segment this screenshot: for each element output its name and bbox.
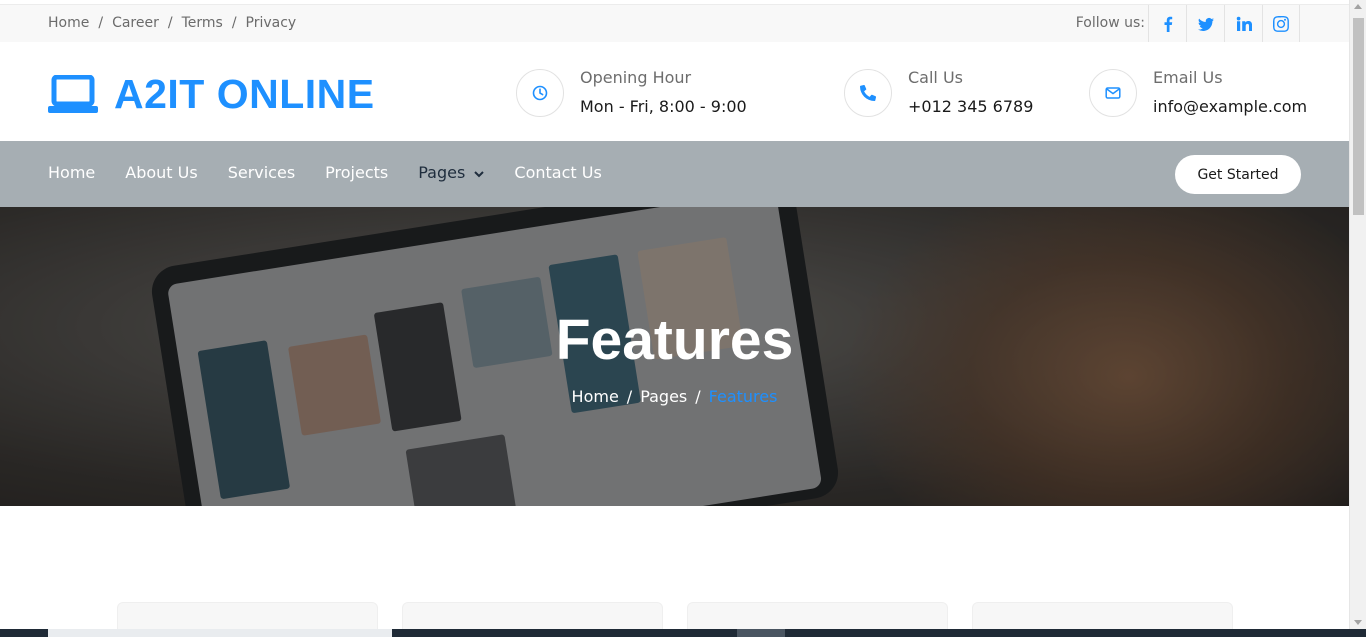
call-us-block: Call Us +012 345 6789 [844,68,1033,117]
page: Home / Career / Terms / Privacy Follow u… [0,0,1349,637]
nav-item-pages[interactable]: Pages [418,163,485,182]
logo-text: A2IT ONLINE [114,71,375,117]
nav-items: Home About Us Services Projects Pages Co… [48,163,602,182]
facebook-link[interactable] [1148,5,1186,43]
email-us-block: Email Us info@example.com [1089,68,1307,117]
nav-item-contact-us[interactable]: Contact Us [514,163,601,182]
chevron-down-icon [474,170,485,177]
linkedin-icon [1236,16,1252,31]
email-us-label: Email Us [1153,68,1223,87]
taskbar-item[interactable] [737,629,785,637]
taskbar-item[interactable] [48,629,392,637]
top-links: Home / Career / Terms / Privacy [48,15,296,31]
page-title: Features [555,308,794,372]
top-links-separator: / [167,15,173,31]
breadcrumb: Home / Pages / Features [0,387,1349,406]
page-scrollbar[interactable] [1349,0,1366,637]
clock-icon [532,85,548,100]
nav-item-pages-label: Pages [418,163,466,182]
breadcrumb-home[interactable]: Home [572,387,619,406]
top-link-career[interactable]: Career [112,15,159,31]
facebook-icon [1164,16,1172,32]
clock-icon-circle [516,68,564,117]
phone-icon-circle [844,68,892,117]
breadcrumb-features: Features [708,387,778,406]
laptop-icon [48,74,98,113]
email-us-value[interactable]: info@example.com [1153,97,1307,117]
instagram-link[interactable] [1262,5,1300,43]
follow-label: Follow us: [1075,15,1145,31]
get-started-button[interactable]: Get Started [1175,155,1301,194]
top-link-privacy[interactable]: Privacy [246,15,297,31]
logo[interactable]: A2IT ONLINE [48,71,375,118]
header: A2IT ONLINE Opening Hour Mon - Fri, 8:00… [0,42,1349,141]
call-us-value[interactable]: +012 345 6789 [908,97,1033,117]
topbar: Home / Career / Terms / Privacy Follow u… [0,4,1349,43]
os-taskbar [0,629,1366,637]
top-link-home[interactable]: Home [48,15,89,31]
envelope-icon [1105,86,1121,99]
hero-banner: Features Home / Pages / Features [0,207,1349,506]
phone-icon [860,84,876,101]
top-links-separator: / [98,15,104,31]
call-us-label: Call Us [908,68,963,87]
scroll-up-icon[interactable] [1354,4,1362,9]
linkedin-link[interactable] [1224,5,1262,43]
main-nav: Home About Us Services Projects Pages Co… [0,141,1349,207]
nav-item-about-us[interactable]: About Us [125,163,197,182]
envelope-icon-circle [1089,68,1137,117]
nav-item-home[interactable]: Home [48,163,95,182]
top-link-terms[interactable]: Terms [182,15,223,31]
breadcrumb-separator: / [695,387,701,406]
social-links [1148,5,1300,43]
breadcrumb-pages[interactable]: Pages [640,387,687,406]
nav-item-projects[interactable]: Projects [325,163,388,182]
scrollbar-thumb[interactable] [1353,18,1364,215]
twitter-link[interactable] [1186,5,1224,43]
twitter-icon [1197,17,1214,31]
instagram-icon [1273,16,1289,32]
breadcrumb-separator: / [626,387,633,406]
opening-hour-value: Mon - Fri, 8:00 - 9:00 [580,97,747,116]
opening-hour-block: Opening Hour Mon - Fri, 8:00 - 9:00 [516,68,747,117]
opening-hour-label: Opening Hour [580,68,692,87]
nav-item-services[interactable]: Services [228,163,295,182]
scroll-down-icon[interactable] [1354,620,1362,625]
top-links-separator: / [231,15,237,31]
